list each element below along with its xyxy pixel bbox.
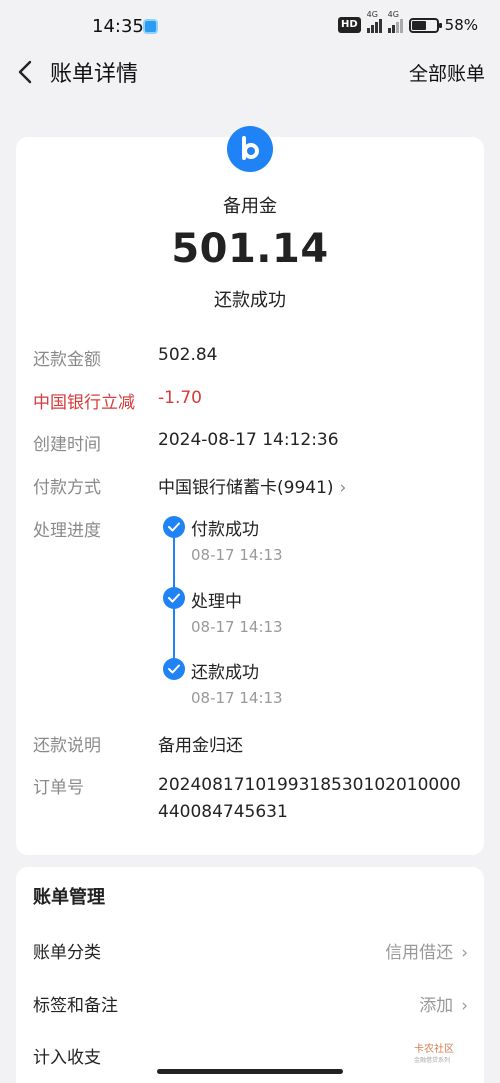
page-title: 账单详情 (50, 62, 139, 87)
manage-title: 账单管理 (33, 887, 105, 908)
tag-note-value: 添加 (419, 996, 454, 1016)
signal-icon: 4G (366, 10, 382, 33)
remark-label: 还款说明 (33, 736, 101, 756)
progress-label: 处理进度 (33, 521, 101, 541)
created-time-value: 2024-08-17 14:12:36 (158, 430, 339, 450)
income-expense-label: 计入收支 (33, 1048, 101, 1068)
b-logo-icon (227, 126, 273, 172)
notification-app-icon (143, 19, 158, 34)
hd-badge: HD (337, 17, 361, 33)
category-value: 信用借还 (385, 943, 454, 963)
order-number-value: 2024081710199318530102010000440084745631 (158, 775, 461, 822)
step-time: 08-17 14:13 (191, 618, 283, 636)
discount-value: -1.70 (158, 388, 202, 408)
order-number-label: 订单号 (33, 778, 84, 798)
chevron-right-icon: › (339, 478, 347, 498)
check-icon (163, 658, 185, 680)
step-title: 处理中 (191, 592, 242, 612)
check-icon (163, 587, 185, 609)
battery-icon (408, 17, 442, 33)
step-title: 还款成功 (191, 663, 259, 683)
remark-value: 备用金归还 (158, 736, 243, 756)
category-label: 账单分类 (33, 943, 101, 963)
discount-label: 中国银行立减 (33, 393, 135, 413)
payment-method-text: 中国银行储蓄卡(9941) (158, 478, 334, 498)
status-indicators: HD 4G 4G 58% (337, 10, 478, 34)
category-row[interactable]: 信用借还 › (385, 938, 468, 963)
payment-method-value[interactable]: 中国银行储蓄卡(9941) › (158, 473, 346, 498)
nav-bar: 账单详情 全部账单 (0, 54, 500, 90)
repay-amount-label: 还款金额 (33, 350, 101, 370)
step-time: 08-17 14:13 (191, 689, 283, 707)
check-icon (163, 516, 185, 538)
all-bills-link[interactable]: 全部账单 (409, 59, 485, 86)
watermark-logo: 卡农社区 金融借贷系列 (414, 1044, 454, 1064)
bill-status: 还款成功 (214, 290, 286, 311)
tag-note-label: 标签和备注 (33, 996, 118, 1016)
step-time: 08-17 14:13 (191, 546, 283, 564)
battery-percent: 58% (444, 16, 478, 34)
created-time-label: 创建时间 (33, 435, 101, 455)
status-bar: 14:35 HD 4G 4G 58% (0, 0, 500, 54)
product-name: 备用金 (223, 196, 277, 217)
home-indicator[interactable] (157, 1069, 343, 1074)
payment-method-label: 付款方式 (33, 478, 101, 498)
chevron-right-icon: › (461, 996, 468, 1016)
signal-icon-secondary: 4G (387, 10, 403, 33)
chevron-left-icon[interactable] (14, 59, 38, 85)
chevron-right-icon: › (461, 943, 468, 963)
status-time: 14:35 (92, 16, 144, 37)
bill-amount: 501.14 (171, 226, 329, 272)
tag-note-row[interactable]: 添加 › (419, 991, 468, 1016)
step-title: 付款成功 (191, 520, 259, 540)
repay-amount-value: 502.84 (158, 345, 218, 365)
